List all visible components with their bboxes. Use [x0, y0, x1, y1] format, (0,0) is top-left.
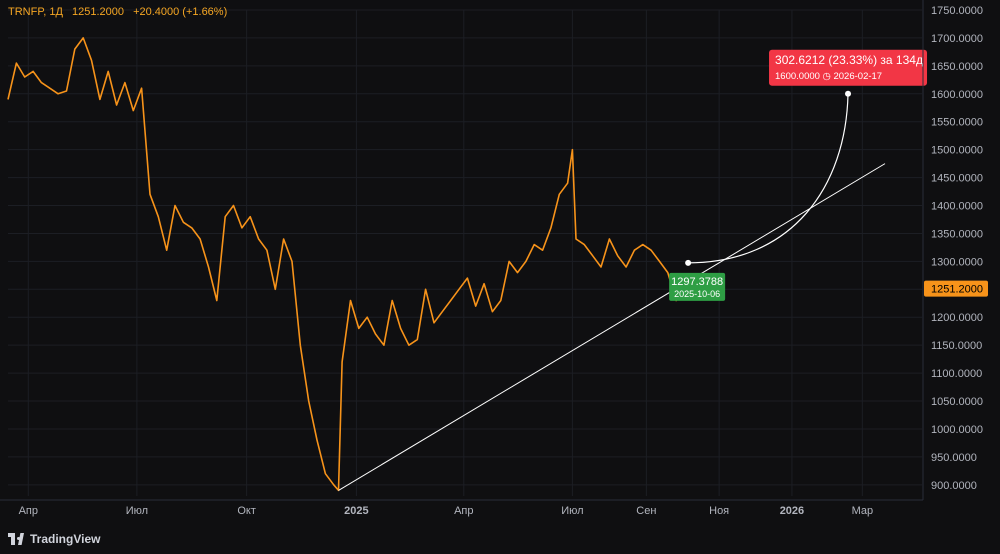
x-tick-label: Июл: [561, 505, 583, 517]
y-axis[interactable]: 1750.0000 1700.0000 1650.0000 1600.0000 1550…: [922, 0, 988, 500]
price-value: 1251.2000: [72, 6, 124, 18]
x-tick-label: Окт: [237, 505, 256, 517]
projection-curve: [688, 93, 849, 264]
y-tick-label: 1450.0000: [931, 173, 983, 185]
y-tick-label: 900.0000: [931, 480, 977, 492]
projection-end-value: 302.6212 (23.33%) за 134д: [775, 53, 923, 67]
y-tick-label: 1400.0000: [931, 201, 983, 213]
y-tick-label: 1300.0000: [931, 256, 983, 268]
y-tick-label: 1200.0000: [931, 312, 983, 324]
trend-layer: [338, 163, 886, 491]
brand-name: TradingView: [30, 532, 101, 546]
chart-frame: 1297.3788 2025-10-06 302.6212 (23.33%) за …: [0, 0, 1000, 554]
branding[interactable]: TradingView: [8, 532, 100, 546]
y-tick-label: 950.0000: [931, 452, 977, 464]
projection-end-sublabel: 1600.0000 ◷ 2026-02-17: [775, 71, 882, 82]
y-tick-label: 1750.0000: [931, 5, 983, 17]
projection-start-value: 1297.3788: [671, 276, 723, 288]
projection-start-point: [685, 259, 692, 266]
y-tick-label: 1600.0000: [931, 89, 983, 101]
last-price-label: 1251.2000: [931, 284, 983, 296]
x-tick-label: Апр: [454, 505, 473, 517]
projection-layer: 1297.37882025-10-06 302.6212 (23.33%) за …: [669, 49, 928, 301]
trend-line: [338, 163, 886, 491]
ticker-label: TRNFP, 1Д: [8, 6, 63, 18]
x-tick-label: Сен: [636, 505, 656, 517]
price-chart[interactable]: 1297.37882025-10-06 302.6212 (23.33%) за …: [0, 0, 1000, 554]
y-tick-label: 1350.0000: [931, 228, 983, 240]
x-tick-label: 2025: [344, 505, 368, 517]
x-tick-label: Июл: [126, 505, 148, 517]
y-tick-label: 1650.0000: [931, 61, 983, 73]
projection-end-point: [845, 90, 852, 97]
x-axis[interactable]: Апр Июл Окт 2025 Апр Июл Сен Ноя 2026 Мар: [0, 499, 923, 517]
tradingview-logo-icon: [8, 533, 24, 545]
y-tick-label: 1500.0000: [931, 145, 983, 157]
price-series-line: [7, 37, 689, 492]
y-tick-label: 1100.0000: [931, 368, 982, 380]
y-tick-label: 1050.0000: [931, 396, 983, 408]
x-tick-label: Ноя: [709, 505, 729, 517]
y-tick-label: 1700.0000: [931, 33, 983, 45]
x-tick-label: 2026: [780, 505, 804, 517]
y-tick-label: 1000.0000: [931, 424, 983, 436]
y-tick-label: 1550.0000: [931, 117, 983, 129]
x-tick-label: Апр: [19, 505, 38, 517]
price-change: +20.4000 (+1.66%): [133, 6, 228, 18]
projection-start-date: 2025-10-06: [674, 289, 720, 299]
chart-legend: TRNFP, 1Д 1251.2000 +20.4000 (+1.66%): [8, 6, 233, 18]
y-tick-label: 1150.0000: [931, 340, 982, 352]
x-tick-label: Мар: [852, 505, 874, 517]
series-layer: [7, 37, 689, 492]
